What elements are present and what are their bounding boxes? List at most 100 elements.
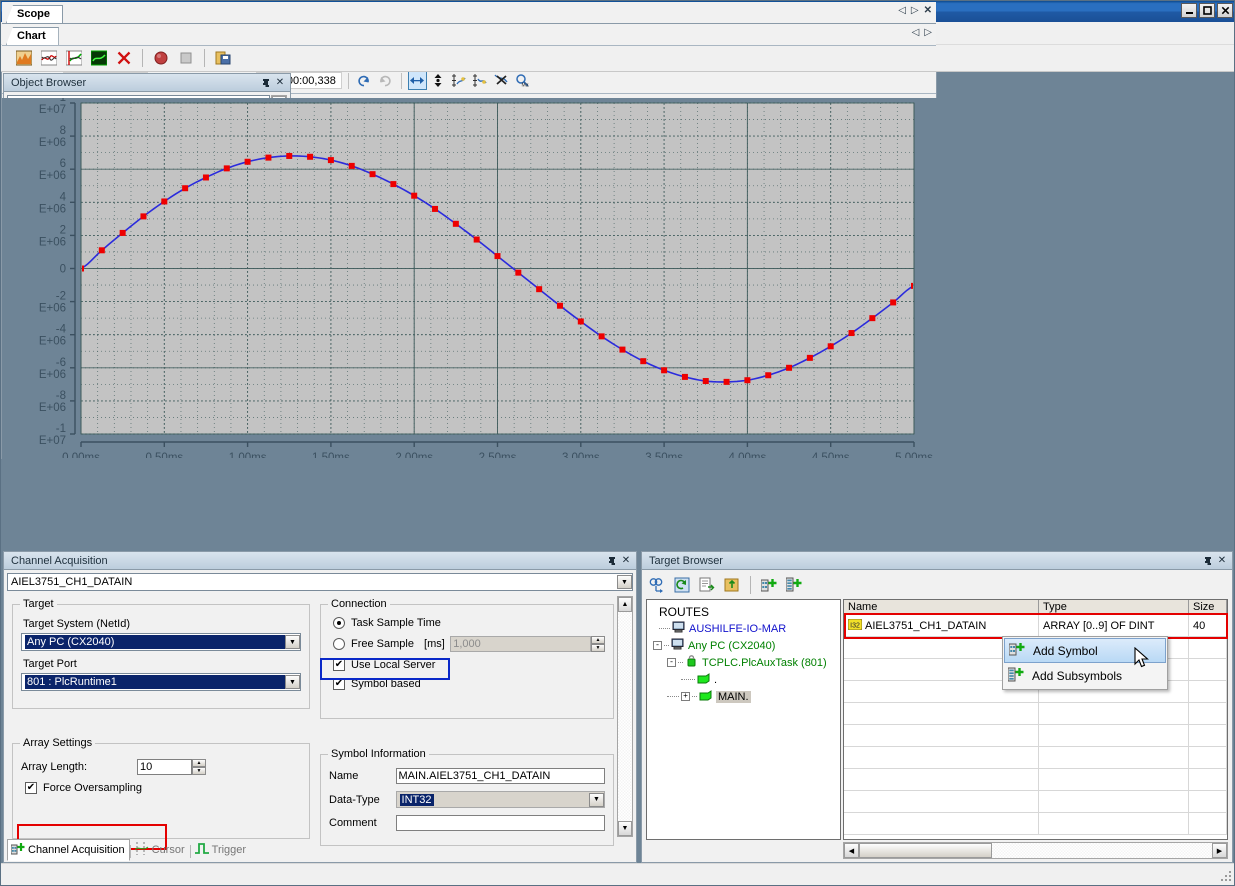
symbol-based-checkbox[interactable]: ✔: [333, 678, 345, 690]
expander-icon[interactable]: -: [667, 658, 676, 667]
scroll-right-icon[interactable]: ▶: [1212, 843, 1227, 858]
pin-icon[interactable]: [1201, 554, 1215, 568]
channel-acquisition-scrollbar[interactable]: ▲ ▼: [617, 596, 633, 837]
scroll-up-icon[interactable]: ▲: [618, 597, 632, 612]
scroll-down-icon[interactable]: ▼: [618, 821, 632, 836]
target-legend: Target: [20, 598, 57, 610]
symbol-table-hscrollbar[interactable]: ◀ ▶: [843, 842, 1228, 859]
redo-icon[interactable]: [376, 71, 395, 90]
save-icon[interactable]: [212, 48, 234, 69]
minimize-button[interactable]: [1181, 3, 1197, 18]
scale-right-icon[interactable]: [471, 71, 490, 90]
scroll-left-icon[interactable]: ◀: [844, 843, 859, 858]
column-header-type[interactable]: Type: [1039, 600, 1189, 614]
stop-icon[interactable]: [175, 48, 197, 69]
search-targets-icon[interactable]: [646, 575, 668, 596]
add-symbol-icon[interactable]: [758, 575, 780, 596]
tab-next-icon[interactable]: ▷: [911, 5, 919, 16]
target-system-combo[interactable]: Any PC (CX2040) ▼: [21, 633, 301, 651]
clear-icon[interactable]: [492, 71, 511, 90]
refresh-icon[interactable]: [671, 575, 693, 596]
task-sample-label: Task Sample Time: [351, 617, 441, 629]
close-button[interactable]: [1217, 3, 1233, 18]
free-sample-radio[interactable]: [333, 638, 345, 650]
hscrollbar-thumb[interactable]: [859, 843, 992, 858]
tab-prev-icon[interactable]: ◁: [898, 5, 906, 16]
acquisition-channel-combo[interactable]: AIEL3751_CH1_DATAIN ▼: [7, 573, 633, 591]
svg-text:E+07: E+07: [39, 435, 66, 447]
tab-cursor[interactable]: Cursor: [131, 839, 190, 861]
task-sample-row[interactable]: Task Sample Time: [333, 617, 605, 629]
table-row[interactable]: [844, 747, 1227, 769]
table-row[interactable]: [844, 769, 1227, 791]
tab-scope[interactable]: Scope: [6, 5, 64, 23]
symbol-based-row[interactable]: ✔ Symbol based: [333, 678, 605, 690]
tree-node-plctask[interactable]: - TCPLC.PlcAuxTask (801): [653, 654, 840, 671]
symbol-name-input[interactable]: MAIN.AIEL3751_CH1_DATAIN: [395, 768, 605, 784]
add-route-icon[interactable]: [696, 575, 718, 596]
task-sample-radio[interactable]: [333, 617, 345, 629]
pin-icon[interactable]: [605, 554, 619, 568]
tree-node-root-symbol[interactable]: .: [653, 671, 840, 688]
tab-next-icon[interactable]: ▷: [924, 27, 932, 38]
force-oversampling-row[interactable]: ✔ Force Oversampling: [25, 782, 301, 794]
array-length-input[interactable]: 10: [137, 759, 192, 775]
pin-icon[interactable]: [259, 76, 273, 90]
table-row[interactable]: [844, 703, 1227, 725]
column-header-name[interactable]: Name: [844, 600, 1039, 614]
tab-channel-acquisition[interactable]: Channel Acquisition: [7, 839, 130, 861]
zoom-max-icon[interactable]: Max: [513, 71, 532, 90]
table-row[interactable]: [844, 725, 1227, 747]
undo-icon[interactable]: [355, 71, 374, 90]
force-oversampling-checkbox[interactable]: ✔: [25, 782, 37, 794]
resize-grip[interactable]: [1221, 871, 1233, 883]
close-icon[interactable]: ✕: [273, 76, 287, 90]
table-row[interactable]: [844, 791, 1227, 813]
hscrollbar-track[interactable]: [992, 843, 1212, 858]
free-sample-input[interactable]: 1,000: [450, 636, 591, 652]
symbol-datatype-combo[interactable]: INT32 ▼: [395, 791, 605, 808]
tree-label: MAIN.: [716, 690, 751, 703]
record-icon[interactable]: [150, 48, 172, 69]
column-header-size[interactable]: Size: [1189, 600, 1227, 614]
use-local-server-row[interactable]: ✔ Use Local Server: [333, 659, 605, 671]
chart-canvas[interactable]: 1E+078E+066E+064E+062E+060-2E+06-4E+06-6…: [2, 98, 936, 458]
open-icon[interactable]: [721, 575, 743, 596]
add-subsymbols-icon[interactable]: [783, 575, 805, 596]
free-sample-row[interactable]: Free Sample [ms] 1,000 ▲ ▼: [333, 636, 605, 652]
array-length-stepper[interactable]: ▲ ▼: [192, 759, 206, 775]
scale-left-icon[interactable]: [450, 71, 469, 90]
new-axis-icon[interactable]: [63, 48, 85, 69]
context-menu-label: Add Symbol: [1033, 643, 1098, 658]
table-row[interactable]: I32 AIEL3751_CH1_DATAIN ARRAY [0..9] OF …: [844, 615, 1227, 637]
expander-icon[interactable]: -: [653, 641, 662, 650]
target-port-combo[interactable]: 801 : PlcRuntime1 ▼: [21, 673, 301, 691]
tab-prev-icon[interactable]: ◁: [912, 27, 920, 38]
chevron-down-icon[interactable]: ▼: [589, 792, 604, 807]
delete-icon[interactable]: [113, 48, 135, 69]
tab-trigger[interactable]: Trigger: [191, 839, 251, 861]
symbol-comment-input[interactable]: [395, 815, 605, 831]
chevron-down-icon[interactable]: ▼: [285, 635, 300, 649]
routes-tree[interactable]: ROUTES AUSHILFE-IO-MAR - Any PC (CX2040): [646, 599, 841, 840]
new-channel-icon[interactable]: [88, 48, 110, 69]
chevron-down-icon[interactable]: ▼: [285, 675, 300, 689]
scrollbar-track[interactable]: [618, 612, 632, 821]
zoom-vertical-icon[interactable]: [429, 71, 448, 90]
free-sample-stepper[interactable]: ▲ ▼: [591, 636, 605, 652]
tree-node-main[interactable]: + MAIN.: [653, 688, 840, 705]
tree-node-anypc[interactable]: - Any PC (CX2040): [653, 637, 840, 654]
close-icon[interactable]: ✕: [1215, 554, 1229, 568]
expander-icon[interactable]: +: [681, 692, 690, 701]
tab-chart[interactable]: Chart: [6, 27, 59, 45]
new-scope-icon[interactable]: [13, 48, 35, 69]
chevron-down-icon[interactable]: ▼: [617, 575, 632, 589]
tab-close-icon[interactable]: ✕: [924, 5, 932, 16]
maximize-button[interactable]: [1199, 3, 1215, 18]
use-local-server-checkbox[interactable]: ✔: [333, 659, 345, 671]
zoom-horizontal-icon[interactable]: [407, 71, 427, 90]
close-icon[interactable]: ✕: [619, 554, 633, 568]
new-chart-icon[interactable]: [38, 48, 60, 69]
table-row[interactable]: [844, 813, 1227, 835]
tree-node-aushilfe[interactable]: AUSHILFE-IO-MAR: [653, 620, 840, 637]
